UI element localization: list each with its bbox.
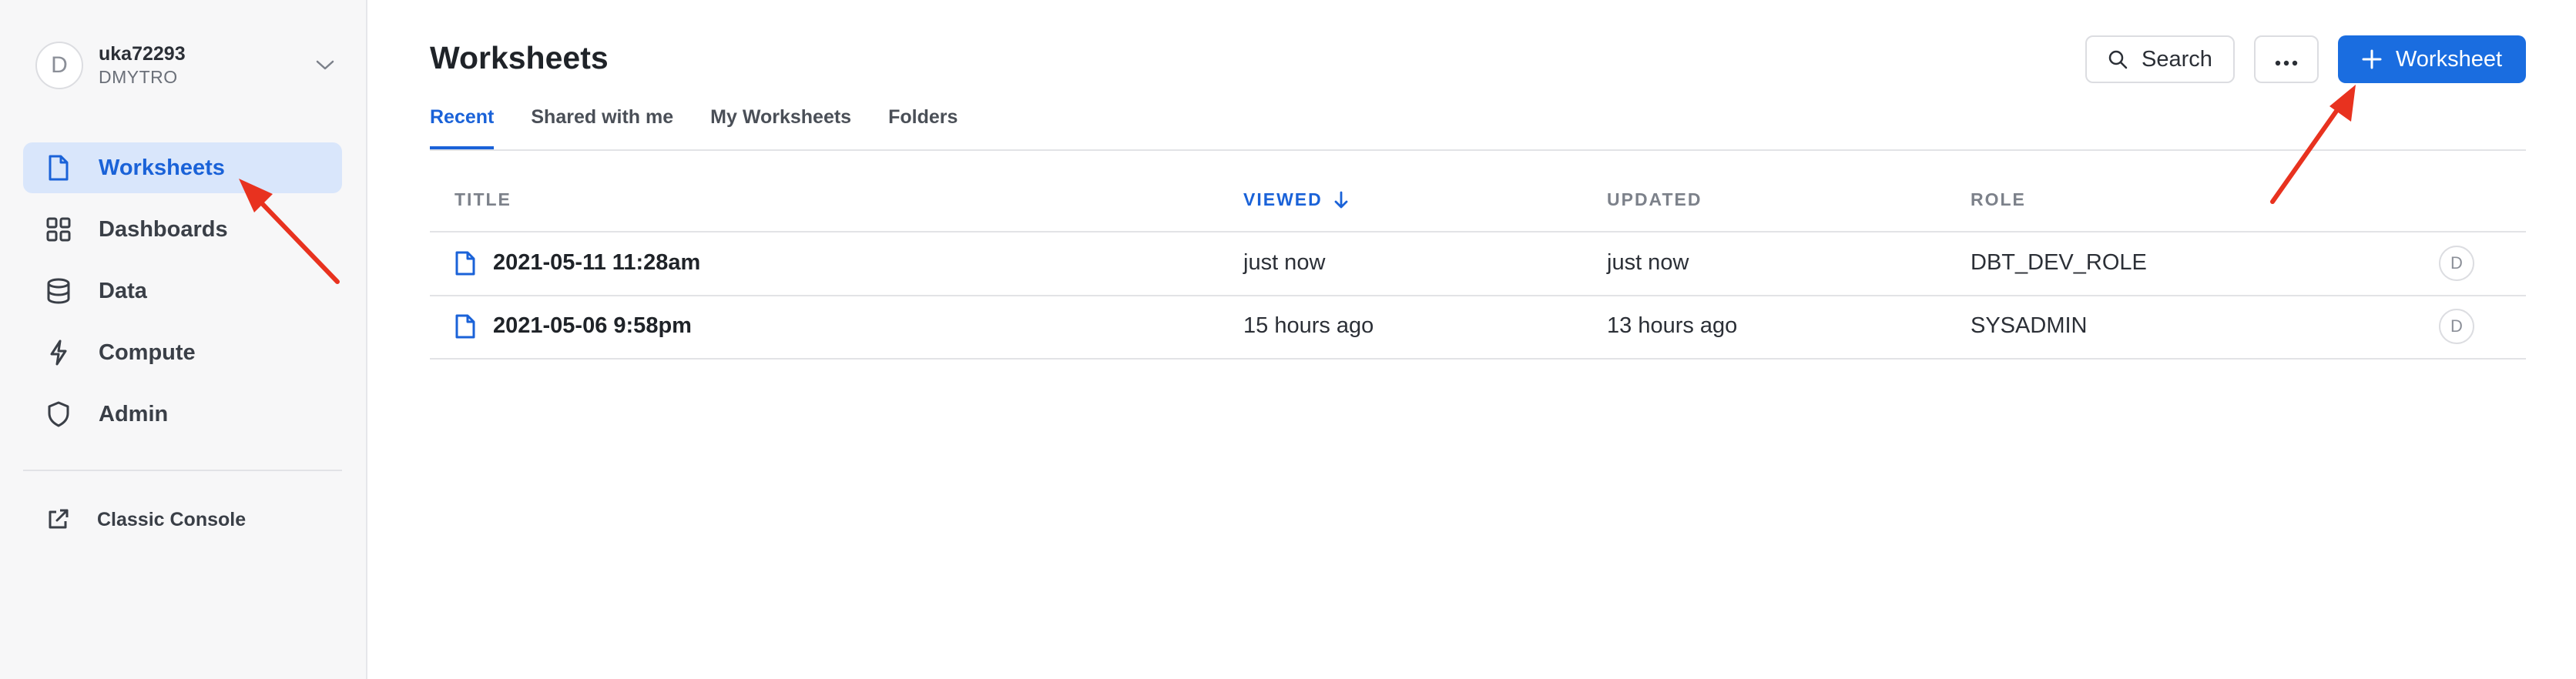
tab-shared-with-me[interactable]: Shared with me [531,106,673,149]
column-header-updated[interactable]: UPDATED [1607,189,1702,210]
sidebar: D uka72293 DMYTRO Worksheets Dashboards … [0,0,367,679]
arrow-down-icon [1333,191,1349,209]
database-icon [45,277,72,305]
table-row[interactable]: 2021-05-11 11:28am just now just now DBT… [430,233,2526,295]
tab-folders[interactable]: Folders [888,106,958,149]
external-link-icon [45,507,71,533]
ellipsis-icon [2275,47,2298,72]
owner-avatar: D [2439,246,2474,281]
sidebar-divider [23,470,342,471]
shield-icon [45,400,72,428]
worksheet-title: 2021-05-06 9:58pm [493,313,692,338]
sidebar-item-admin[interactable]: Admin [23,389,342,440]
role-cell: DBT_DEV_ROLE [1971,250,2147,275]
sidebar-item-label: Data [99,278,147,303]
search-icon [2108,49,2128,69]
tabs-divider [430,149,2526,151]
row-divider [430,358,2526,360]
grid-icon [45,216,72,243]
file-icon [45,154,72,182]
sidebar-item-data[interactable]: Data [23,266,342,316]
new-worksheet-label: Worksheet [2395,46,2503,72]
search-label: Search [2142,46,2212,72]
tab-recent[interactable]: Recent [430,106,495,149]
account-user: DMYTRO [99,67,178,87]
column-header-viewed-label: VIEWED [1243,189,1323,209]
account-name: uka72293 [99,43,186,65]
worksheet-title-cell[interactable]: 2021-05-11 11:28am [454,250,700,276]
sidebar-item-dashboards[interactable]: Dashboards [23,204,342,255]
classic-console-label: Classic Console [97,508,247,530]
sidebar-item-worksheets[interactable]: Worksheets [23,142,342,193]
more-options-button[interactable] [2254,35,2319,83]
lightning-icon [45,339,72,366]
sidebar-item-label: Worksheets [99,155,225,180]
search-button[interactable]: Search [2085,35,2235,83]
updated-cell: just now [1607,250,1689,275]
table-row[interactable]: 2021-05-06 9:58pm 15 hours ago 13 hours … [430,296,2526,358]
table-divider [430,231,2526,232]
role-cell: SYSADMIN [1971,313,2088,338]
plus-icon [2362,49,2382,69]
classic-console-link[interactable]: Classic Console [45,507,246,533]
sidebar-item-label: Compute [99,340,196,365]
account-switcher[interactable]: D uka72293 DMYTRO [35,38,337,92]
column-header-role[interactable]: ROLE [1971,189,2026,210]
worksheet-title-cell[interactable]: 2021-05-06 9:58pm [454,313,692,339]
sidebar-item-compute[interactable]: Compute [23,327,342,378]
sidebar-nav: Worksheets Dashboards Data Compute Admin [23,142,342,450]
account-avatar: D [35,42,83,89]
column-header-title[interactable]: TITLE [454,189,512,210]
page-title: Worksheets [430,40,609,75]
file-icon [454,251,476,276]
sidebar-item-label: Dashboards [99,216,228,242]
tab-my-worksheets[interactable]: My Worksheets [710,106,851,149]
file-icon [454,314,476,339]
account-info: uka72293 DMYTRO [99,42,313,89]
owner-avatar: D [2439,309,2474,344]
worksheet-title: 2021-05-11 11:28am [493,250,701,275]
column-header-viewed[interactable]: VIEWED [1243,189,1349,210]
sidebar-item-label: Admin [99,401,169,426]
viewed-cell: 15 hours ago [1243,313,1374,338]
updated-cell: 13 hours ago [1607,313,1738,338]
table-header: TITLE VIEWED UPDATED ROLE [430,182,2526,231]
viewed-cell: just now [1243,250,1326,275]
chevron-down-icon[interactable] [313,53,337,78]
new-worksheet-button[interactable]: Worksheet [2338,35,2526,83]
tab-bar: Recent Shared with me My Worksheets Fold… [430,106,995,149]
